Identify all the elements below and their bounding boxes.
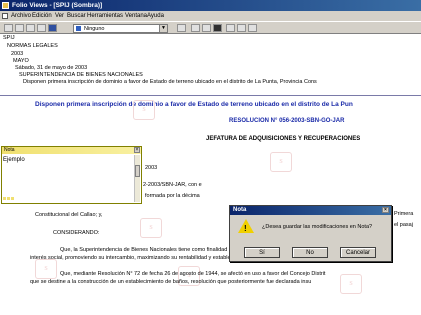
doc-fragment-right-1: Primera [394, 211, 414, 217]
note-icon[interactable] [237, 24, 246, 32]
highlight-icon[interactable] [202, 24, 211, 32]
seal-watermark: S [270, 152, 292, 172]
close-icon[interactable]: × [382, 207, 389, 213]
open-icon[interactable] [4, 24, 13, 32]
paragraph-2-line-2: que se destine a la construcción de un e… [30, 279, 312, 285]
breadcrumb-5: SUPERINTENDENCIA DE BIENES NACIONALES [19, 72, 143, 78]
doc-fragment-formed: formada por la décima [145, 193, 200, 199]
breadcrumb-1: NORMAS LEGALES [7, 43, 58, 49]
breadcrumb-4: Sábado, 31 de mayo de 2003 [15, 65, 88, 71]
menu-ventana[interactable]: Ventana [125, 11, 147, 21]
office-heading: JEFATURA DE ADQUISICIONES Y RECUPERACION… [206, 136, 361, 142]
breadcrumb-3: MAYO [13, 58, 29, 64]
divider [0, 95, 421, 96]
bold-icon[interactable] [213, 24, 222, 32]
doc-fragment-year: 2003 [145, 165, 158, 171]
link-icon[interactable] [248, 24, 257, 32]
menu-herramientas[interactable]: Herramientas [87, 11, 123, 21]
dialog-title: Nota [233, 207, 247, 213]
chevron-down-icon[interactable]: ▼ [159, 25, 167, 32]
note-window[interactable]: Nota × Ejemplo [1, 146, 142, 204]
note-scrollbar[interactable] [134, 155, 140, 202]
document-heading: Disponen primera inscripción de dominio … [35, 101, 353, 108]
doc-text-callao: Constitucional del Callao; y, [35, 212, 103, 218]
back-icon[interactable] [26, 24, 35, 32]
window-title: Folio Views - [SPIJ (Sombra)] [12, 2, 103, 9]
style-select[interactable]: Ninguno ▼ [73, 24, 168, 33]
query-icon[interactable] [191, 24, 200, 32]
menu-archivo[interactable]: Archivo [11, 11, 31, 21]
menu-ayuda[interactable]: Ayuda [147, 11, 164, 21]
dialog-caption[interactable]: Nota × [230, 206, 391, 215]
doc-fragment-file: 2-2003/SBN-JAR, con e [143, 182, 202, 188]
folio-app-icon [2, 2, 9, 9]
document-icon[interactable] [2, 13, 8, 19]
grip-icon [3, 197, 14, 200]
menu-bar: Archivo Edición Ver Buscar Herramientas … [0, 11, 421, 21]
menu-ver[interactable]: Ver [55, 11, 64, 21]
exclamation-icon: ! [244, 224, 247, 233]
style-swatch-icon [76, 26, 81, 31]
window-title-bar[interactable]: Folio Views - [SPIJ (Sombra)] [0, 0, 421, 11]
seal-watermark: S [133, 100, 155, 120]
print-icon[interactable] [15, 24, 24, 32]
note-window-title: Nota [4, 147, 15, 153]
considerando-label: CONSIDERANDO: [53, 230, 100, 236]
dropdown-icon[interactable] [177, 24, 186, 32]
breadcrumb-0: SPIJ [3, 35, 15, 41]
save-prompt-dialog[interactable]: Nota × ! ¿Desea guardar las modificacion… [229, 205, 392, 262]
forward-icon[interactable] [37, 24, 46, 32]
yes-button[interactable]: Sí [244, 247, 280, 258]
seal-watermark: S [340, 274, 362, 294]
menu-edicion[interactable]: Edición [32, 11, 52, 21]
seal-watermark: S [35, 259, 57, 279]
style-select-value: Ninguno [84, 26, 105, 32]
scrollbar-thumb[interactable] [135, 165, 140, 177]
no-button[interactable]: No [292, 247, 328, 258]
breadcrumb-2: 2003 [11, 51, 24, 57]
cancel-button[interactable]: Cancelar [340, 247, 376, 258]
resize-grip[interactable] [3, 197, 15, 202]
seal-watermark: S [140, 218, 162, 238]
toolbar: Ninguno ▼ [0, 21, 421, 34]
resolution-number: RESOLUCION N° 056-2003-SBN-GO-JAR [229, 118, 345, 124]
dialog-message: ¿Desea guardar las modificaciones en Not… [262, 224, 373, 230]
note-text[interactable]: Ejemplo [3, 157, 25, 163]
view-icon[interactable] [48, 24, 57, 32]
note-window-caption[interactable]: Nota × [2, 147, 141, 154]
format-icon[interactable] [226, 24, 235, 32]
paragraph-2-line-1: Que, mediante Resolución N° 72 de fecha … [60, 271, 326, 277]
document-summary: Disponen primera inscripción de dominio … [23, 79, 317, 85]
menu-buscar[interactable]: Buscar [67, 11, 86, 21]
close-icon[interactable]: × [134, 147, 140, 153]
doc-fragment-right-2: el pasaj [394, 222, 413, 228]
